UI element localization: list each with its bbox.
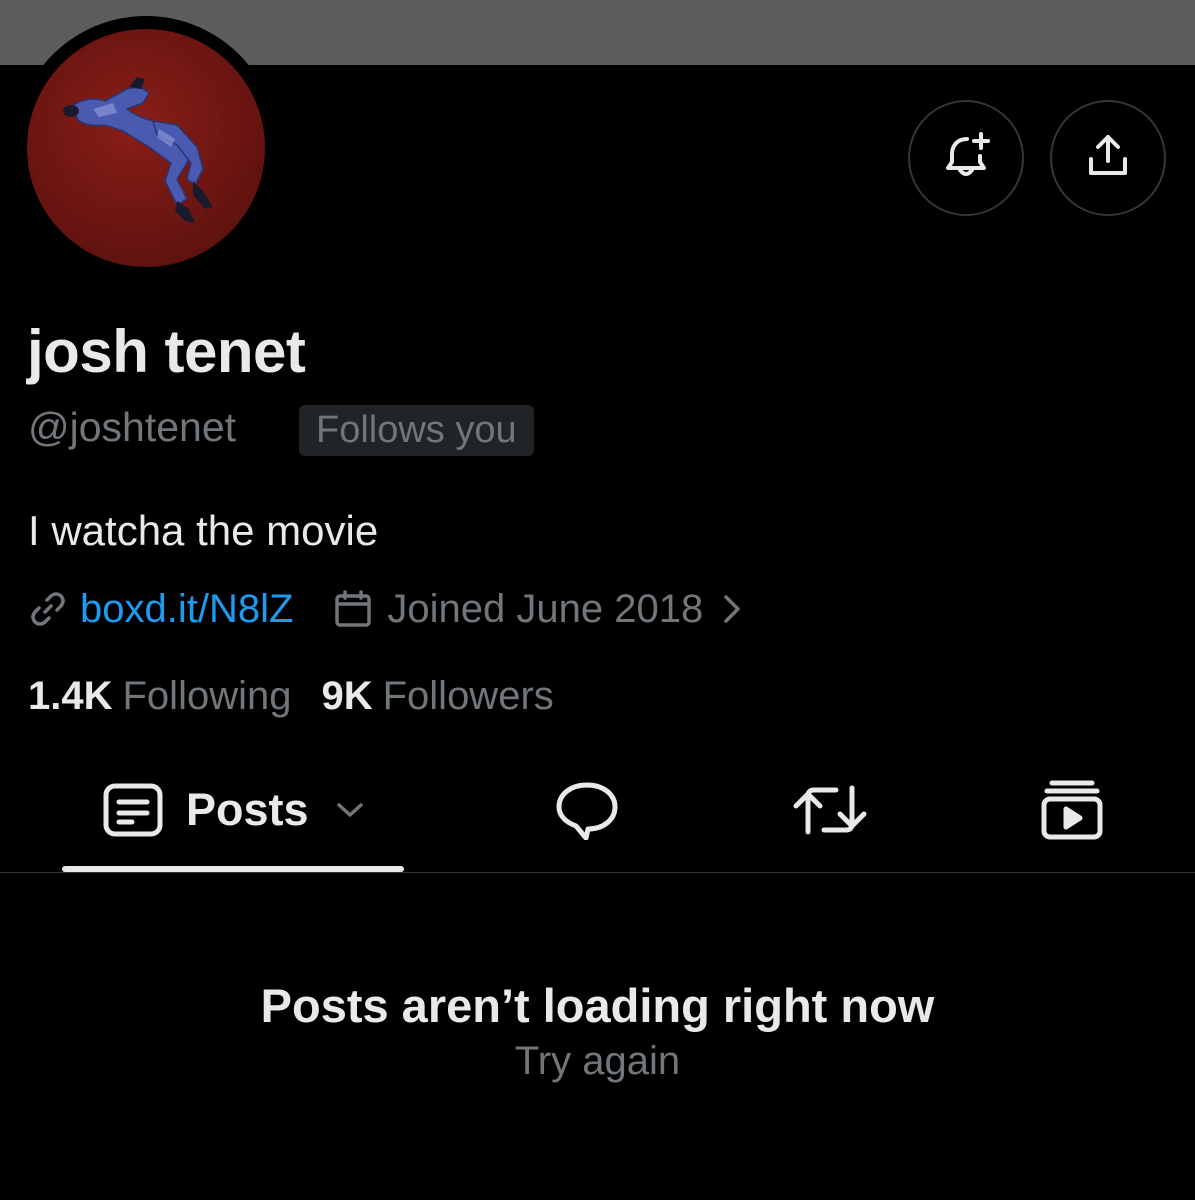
- link-icon: [28, 589, 68, 629]
- website-link[interactable]: boxd.it/N8lZ: [80, 587, 293, 632]
- followers-label[interactable]: Followers: [383, 674, 554, 719]
- tab-posts[interactable]: Posts: [102, 770, 365, 850]
- tab-reposts[interactable]: [792, 770, 868, 850]
- avatar[interactable]: [27, 29, 265, 267]
- repost-icon: [792, 782, 868, 838]
- media-play-icon: [1040, 779, 1104, 841]
- tab-divider: [0, 872, 1195, 873]
- followers-count[interactable]: 9K: [321, 674, 372, 719]
- display-name: josh tenet: [27, 318, 306, 385]
- following-label[interactable]: Following: [123, 674, 292, 719]
- tab-posts-label: Posts: [186, 784, 309, 835]
- calendar-icon: [333, 589, 373, 629]
- reply-bubble-icon: [554, 780, 620, 840]
- tab-media[interactable]: [1040, 770, 1104, 850]
- follow-stats: 1.4K Following 9K Followers: [28, 670, 584, 722]
- try-again-button[interactable]: Try again: [0, 1036, 1195, 1086]
- handle: @joshtenet: [28, 404, 237, 450]
- avatar-figure-image: [63, 77, 213, 223]
- joined-date[interactable]: Joined June 2018: [387, 587, 703, 632]
- posts-error-title: Posts aren’t loading right now: [260, 979, 935, 1032]
- chevron-right-icon[interactable]: [721, 592, 743, 626]
- chevron-down-icon[interactable]: [335, 800, 365, 820]
- bio: I watcha the movie: [28, 507, 379, 554]
- profile-meta-row: boxd.it/N8lZ Joined June 2018: [28, 583, 743, 635]
- tab-replies[interactable]: [554, 770, 620, 850]
- posts-icon: [102, 782, 164, 838]
- follows-you-badge: Follows you: [299, 405, 534, 456]
- notifications-button[interactable]: [908, 100, 1024, 216]
- share-button[interactable]: [1050, 100, 1166, 216]
- bell-plus-icon: [940, 130, 992, 187]
- share-upload-icon: [1083, 131, 1133, 186]
- following-count[interactable]: 1.4K: [28, 674, 113, 719]
